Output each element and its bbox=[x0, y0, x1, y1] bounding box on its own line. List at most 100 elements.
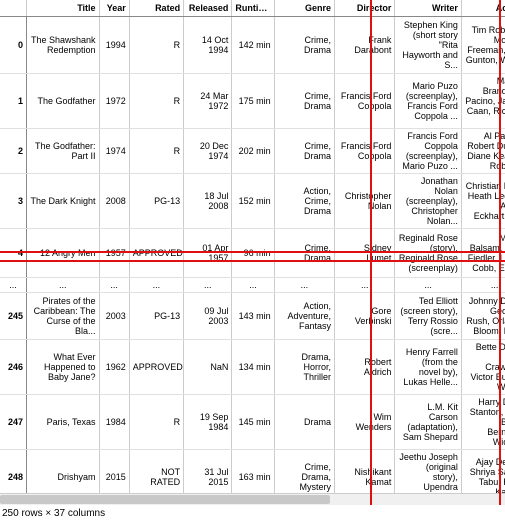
scrollbar-thumb[interactable] bbox=[0, 495, 330, 504]
cell-director: Gore Verbinski bbox=[335, 293, 395, 340]
col-runtime: Runtime bbox=[232, 0, 274, 17]
table-row: 1The Godfather1972R24 Mar 1972175 minCri… bbox=[0, 74, 505, 129]
cell-director: Wim Wenders bbox=[335, 395, 395, 450]
cell-runtime: 175 min bbox=[232, 74, 274, 129]
cell-actors: Marlon Brando, Al Pacino, James Caan, Ri… bbox=[461, 74, 505, 129]
ellipsis-cell: ... bbox=[274, 278, 334, 293]
cell-released: 20 Dec 1974 bbox=[184, 129, 232, 174]
col-released: Released bbox=[184, 0, 232, 17]
cell-year: 1957 bbox=[99, 229, 129, 278]
cell-actors: Johnny Depp, Geoffrey Rush, Orlando Bloo… bbox=[461, 293, 505, 340]
ellipsis-cell: ... bbox=[184, 278, 232, 293]
cell-director: Francis Ford Coppola bbox=[335, 74, 395, 129]
table-scroll-region[interactable]: Title Year Rated Released Runtime Genre … bbox=[0, 0, 505, 505]
cell-title: Pirates of the Caribbean: The Curse of t… bbox=[27, 293, 99, 340]
cell-director: Francis Ford Coppola bbox=[335, 129, 395, 174]
col-genre: Genre bbox=[274, 0, 334, 17]
cell-rated: PG-13 bbox=[129, 174, 183, 229]
cell-rated: PG-13 bbox=[129, 293, 183, 340]
cell-actors: Martin Balsam, John Fiedler, Lee J. Cobb… bbox=[461, 229, 505, 278]
ellipsis-row: ....................................... bbox=[0, 278, 505, 293]
horizontal-scrollbar[interactable] bbox=[0, 493, 505, 505]
dataframe-table: Title Year Rated Released Runtime Genre … bbox=[0, 0, 505, 505]
cell-title: Paris, Texas bbox=[27, 395, 99, 450]
table-row: 0The Shawshank Redemption1994R14 Oct 199… bbox=[0, 17, 505, 74]
col-director: Director bbox=[335, 0, 395, 17]
ellipsis-cell: ... bbox=[99, 278, 129, 293]
table-row: 412 Angry Men1957APPROVED01 Apr 195796 m… bbox=[0, 229, 505, 278]
cell-rated: R bbox=[129, 395, 183, 450]
table-row: 246What Ever Happened to Baby Jane?1962A… bbox=[0, 340, 505, 395]
ellipsis-cell: ... bbox=[395, 278, 461, 293]
table-row: 245Pirates of the Caribbean: The Curse o… bbox=[0, 293, 505, 340]
cell-year: 2003 bbox=[99, 293, 129, 340]
cell-genre: Drama bbox=[274, 395, 334, 450]
cell-actors: Tim Robbins, Morgan Freeman, Bob Gunton,… bbox=[461, 17, 505, 74]
cell-actors: Bette Davis, Joan Crawford, Victor Buono… bbox=[461, 340, 505, 395]
cell-year: 1974 bbox=[99, 129, 129, 174]
cell-actors: Al Pacino, Robert Duvall, Diane Keaton, … bbox=[461, 129, 505, 174]
row-index: 246 bbox=[0, 340, 27, 395]
cell-released: 01 Apr 1957 bbox=[184, 229, 232, 278]
table-body: 0The Shawshank Redemption1994R14 Oct 199… bbox=[0, 17, 505, 506]
cell-director: Robert Aldrich bbox=[335, 340, 395, 395]
col-rated: Rated bbox=[129, 0, 183, 17]
cell-title: The Godfather bbox=[27, 74, 99, 129]
cell-director: Frank Darabont bbox=[335, 17, 395, 74]
dataframe-shape-label: 250 rows × 37 columns bbox=[0, 507, 107, 520]
col-index bbox=[0, 0, 27, 17]
cell-released: 18 Jul 2008 bbox=[184, 174, 232, 229]
cell-writer: Henry Farrell (from the novel by), Lukas… bbox=[395, 340, 461, 395]
cell-released: 24 Mar 1972 bbox=[184, 74, 232, 129]
cell-title: The Dark Knight bbox=[27, 174, 99, 229]
cell-rated: R bbox=[129, 17, 183, 74]
cell-writer: Mario Puzo (screenplay), Francis Ford Co… bbox=[395, 74, 461, 129]
ellipsis-cell: ... bbox=[0, 278, 27, 293]
cell-writer: Stephen King (short story "Rita Hayworth… bbox=[395, 17, 461, 74]
cell-genre: Crime, Drama bbox=[274, 17, 334, 74]
col-actors: Actors bbox=[461, 0, 505, 17]
cell-rated: APPROVED bbox=[129, 229, 183, 278]
row-index: 1 bbox=[0, 74, 27, 129]
cell-genre: Crime, Drama bbox=[274, 74, 334, 129]
cell-runtime: 143 min bbox=[232, 293, 274, 340]
table-row: 3The Dark Knight2008PG-1318 Jul 2008152 … bbox=[0, 174, 505, 229]
cell-genre: Crime, Drama bbox=[274, 129, 334, 174]
cell-runtime: 145 min bbox=[232, 395, 274, 450]
cell-title: The Shawshank Redemption bbox=[27, 17, 99, 74]
cell-year: 1962 bbox=[99, 340, 129, 395]
cell-rated: R bbox=[129, 74, 183, 129]
cell-genre: Action, Adventure, Fantasy bbox=[274, 293, 334, 340]
cell-writer: Ted Elliott (screen story), Terry Rossio… bbox=[395, 293, 461, 340]
cell-rated: APPROVED bbox=[129, 340, 183, 395]
cell-released: 09 Jul 2003 bbox=[184, 293, 232, 340]
cell-runtime: 134 min bbox=[232, 340, 274, 395]
table-row: 247Paris, Texas1984R19 Sep 1984145 minDr… bbox=[0, 395, 505, 450]
cell-runtime: 152 min bbox=[232, 174, 274, 229]
row-index: 245 bbox=[0, 293, 27, 340]
header-row: Title Year Rated Released Runtime Genre … bbox=[0, 0, 505, 17]
dataframe-view: { "columns": ["", "Title", "Year", "Rate… bbox=[0, 0, 505, 520]
row-index: 247 bbox=[0, 395, 27, 450]
cell-writer: Francis Ford Coppola (screenplay), Mario… bbox=[395, 129, 461, 174]
cell-director: Christopher Nolan bbox=[335, 174, 395, 229]
table-row: 2The Godfather: Part II1974R20 Dec 19742… bbox=[0, 129, 505, 174]
ellipsis-cell: ... bbox=[232, 278, 274, 293]
cell-title: What Ever Happened to Baby Jane? bbox=[27, 340, 99, 395]
cell-released: 19 Sep 1984 bbox=[184, 395, 232, 450]
cell-writer: Reginald Rose (story), Reginald Rose (sc… bbox=[395, 229, 461, 278]
cell-director: Sidney Lumet bbox=[335, 229, 395, 278]
row-index: 3 bbox=[0, 174, 27, 229]
cell-released: NaN bbox=[184, 340, 232, 395]
ellipsis-cell: ... bbox=[335, 278, 395, 293]
cell-runtime: 202 min bbox=[232, 129, 274, 174]
cell-year: 1972 bbox=[99, 74, 129, 129]
ellipsis-cell: ... bbox=[129, 278, 183, 293]
cell-actors: Christian Bale, Heath Ledger, Aaron Eckh… bbox=[461, 174, 505, 229]
ellipsis-cell: ... bbox=[461, 278, 505, 293]
cell-released: 14 Oct 1994 bbox=[184, 17, 232, 74]
cell-genre: Crime, Drama bbox=[274, 229, 334, 278]
row-index: 0 bbox=[0, 17, 27, 74]
row-index: 2 bbox=[0, 129, 27, 174]
col-writer: Writer bbox=[395, 0, 461, 17]
